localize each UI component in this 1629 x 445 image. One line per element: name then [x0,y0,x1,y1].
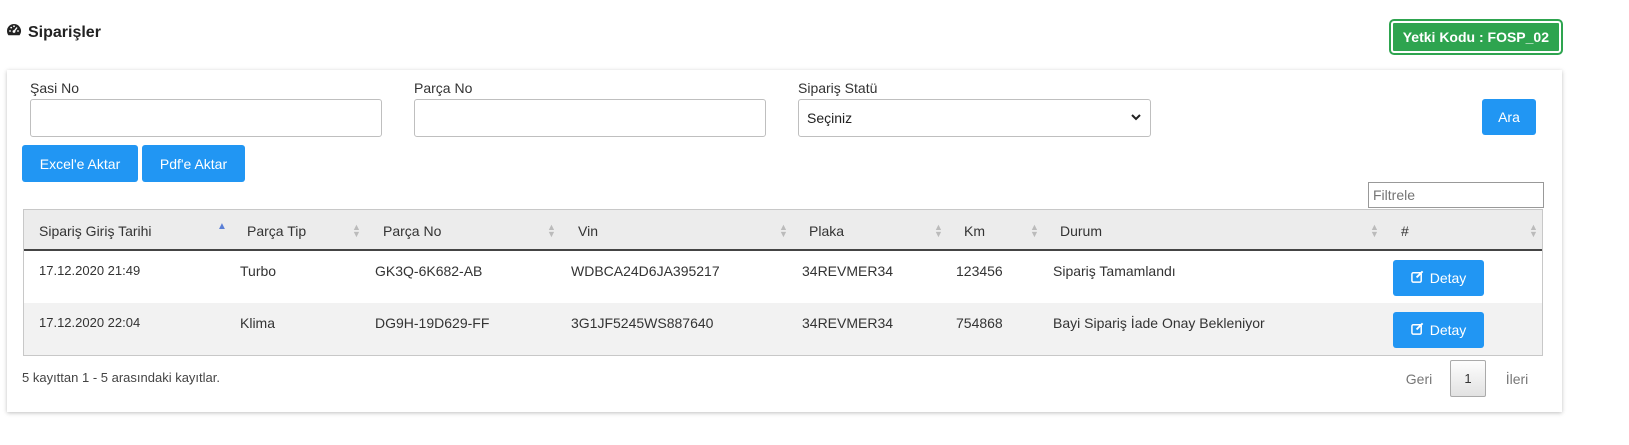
col-header-vin[interactable]: Vin [578,210,598,251]
table-row: 17.12.2020 22:04 Klima DG9H-19D629-FF 3G… [24,303,1542,355]
cell-plate: 34REVMER34 [802,263,894,279]
export-pdf-button[interactable]: Pdf'e Aktar [142,145,245,182]
col-header-order-date[interactable]: Sipariş Giriş Tarihi [39,210,152,251]
cell-order-date: 17.12.2020 21:49 [39,263,141,278]
cell-part-no: DG9H-19D629-FF [375,315,490,331]
part-no-label: Parça No [414,80,473,96]
edit-icon [1410,322,1424,338]
sort-asc-icon[interactable]: ▲ [217,222,227,232]
page-title: Siparişler [28,23,101,41]
pagination-page-1[interactable]: 1 [1450,360,1486,397]
detail-button[interactable]: Detay [1393,260,1484,296]
cell-vin: 3G1JF5245WS887640 [571,315,714,331]
pagination-next[interactable]: İleri [1499,360,1535,397]
auth-code-badge: Yetki Kodu : FOSP_02 [1390,21,1561,53]
cell-status: Sipariş Tamamlandı [1053,263,1176,279]
export-excel-button[interactable]: Excel'e Aktar [22,145,138,182]
sort-icon[interactable]: ▲ ▼ [934,223,943,239]
sort-icon[interactable]: ▲ ▼ [547,223,556,239]
order-status-value: Seçiniz [807,110,853,126]
pagination-prev[interactable]: Geri [1402,360,1436,397]
edit-icon [1410,270,1424,286]
detail-button-label: Detay [1429,270,1467,286]
cell-part-type: Klima [240,315,276,331]
sort-icon[interactable]: ▲ ▼ [779,223,788,239]
detail-button-label: Detay [1429,322,1467,338]
col-header-actions[interactable]: # [1401,210,1409,251]
col-header-km[interactable]: Km [964,210,985,251]
sort-icon[interactable]: ▲ ▼ [1370,223,1379,239]
sort-icon[interactable]: ▲ ▼ [1030,223,1039,239]
search-button[interactable]: Ara [1482,99,1536,135]
cell-km: 123456 [956,263,1003,279]
cell-status: Bayi Sipariş İade Onay Bekleniyor [1053,315,1265,331]
sort-icon[interactable]: ▲ ▼ [352,223,361,239]
col-header-part-type[interactable]: Parça Tip [247,210,306,251]
cell-part-no: GK3Q-6K682-AB [375,263,483,279]
col-header-part-no[interactable]: Parça No [383,210,441,251]
table-row: 17.12.2020 21:49 Turbo GK3Q-6K682-AB WDB… [24,251,1542,303]
chevron-down-icon [1130,110,1142,126]
orders-table: Sipariş Giriş Tarihi ▲ Parça Tip ▲ ▼ Parç… [23,209,1543,356]
orders-panel: Şasi No Parça No Sipariş Statü Seçiniz A… [7,70,1562,412]
table-info: 5 kayıttan 1 - 5 arasındaki kayıtlar. [22,370,220,385]
dashboard-icon [6,22,22,43]
sort-icon[interactable]: ▲ ▼ [1529,223,1538,239]
cell-vin: WDBCA24D6JA395217 [571,263,720,279]
table-header: Sipariş Giriş Tarihi ▲ Parça Tip ▲ ▼ Parç… [24,210,1542,251]
page-header: Siparişler [6,22,101,43]
cell-order-date: 17.12.2020 22:04 [39,315,141,330]
cell-km: 754868 [956,315,1003,331]
cell-plate: 34REVMER34 [802,315,894,331]
chassis-label: Şasi No [30,80,80,96]
order-status-select[interactable]: Seçiniz [798,99,1151,137]
chassis-input[interactable] [30,99,382,137]
col-header-plate[interactable]: Plaka [809,210,844,251]
table-filter-input[interactable] [1368,182,1544,208]
part-no-input[interactable] [414,99,766,137]
order-status-label: Sipariş Statü [798,80,878,96]
col-header-status[interactable]: Durum [1060,210,1102,251]
cell-part-type: Turbo [240,263,277,279]
detail-button[interactable]: Detay [1393,312,1484,348]
